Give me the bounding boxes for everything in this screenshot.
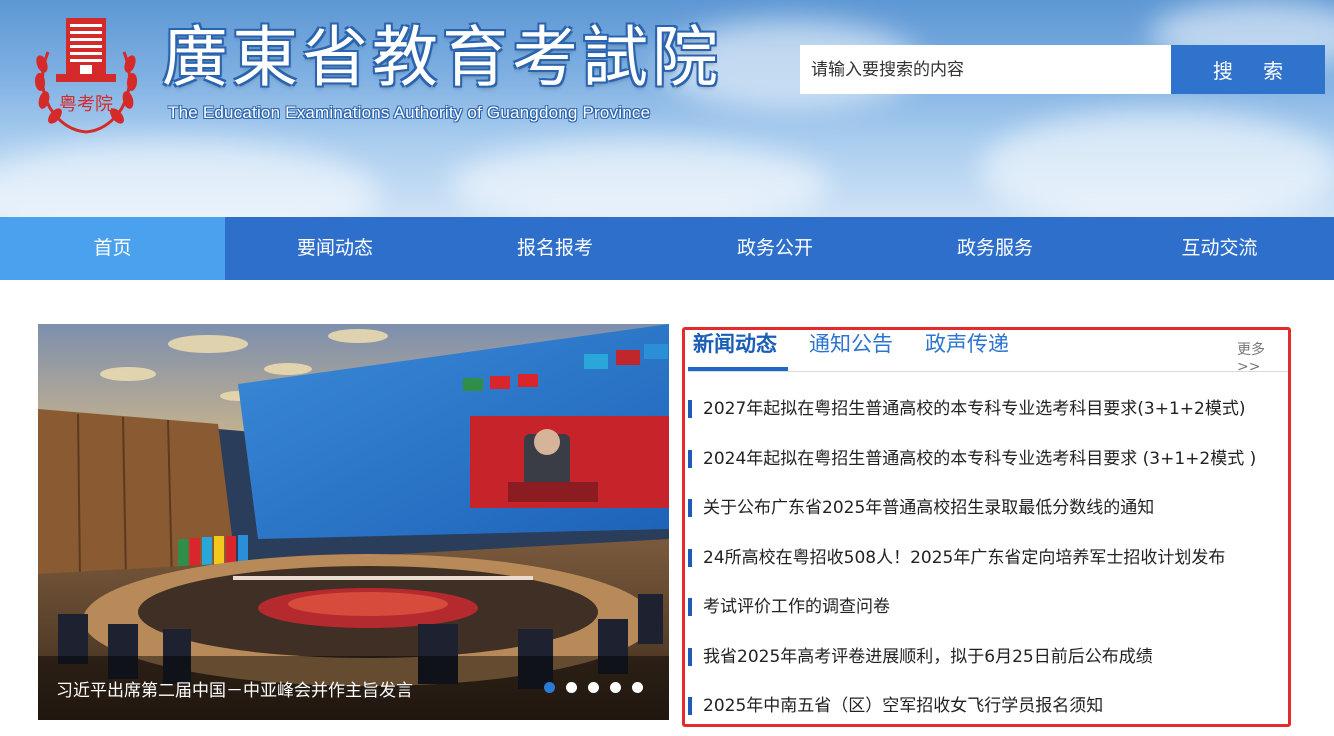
page: 粤考院 廣東省教育考試院 The Education Examinations … [0,0,1334,736]
carousel-dot-1[interactable] [544,682,555,693]
authority-emblem-icon: 粤考院 [34,18,138,134]
news-item[interactable]: 考试评价工作的调查问卷 [688,584,1288,634]
news-item[interactable]: 24所高校在粤招收508人！2025年广东省定向培养军士招收计划发布 [688,535,1288,585]
search-button[interactable]: 搜 索 [1171,45,1325,94]
cloud-decoration [980,110,1334,217]
carousel-dots [544,682,643,693]
news-item[interactable]: 我省2025年高考评卷进展顺利，拟于6月25日前后公布成绩 [688,634,1288,684]
news-carousel[interactable] [38,324,669,720]
news-item[interactable]: 关于公布广东省2025年普通高校招生录取最低分数线的通知 [688,485,1288,535]
nav-item-interaction[interactable]: 互动交流 [1105,217,1334,280]
news-tabs: 新闻动态 通知公告 政声传递 [693,330,1041,372]
cloud-decoration [450,140,830,217]
carousel-dot-5[interactable] [632,682,643,693]
tab-news[interactable]: 新闻动态 [693,330,777,372]
emblem-text: 粤考院 [59,94,113,115]
header-banner: 粤考院 廣東省教育考試院 The Education Examinations … [0,0,1334,217]
nav-item-government-services[interactable]: 政务服务 [885,217,1105,280]
tab-government-voice[interactable]: 政声传递 [925,330,1009,372]
carousel-photo [38,324,669,720]
tabs-divider [688,371,1288,372]
carousel-dot-4[interactable] [610,682,621,693]
nav-item-government-affairs[interactable]: 政务公开 [665,217,885,280]
news-item[interactable]: 2027年起拟在粤招生普通高校的本专科专业选考科目要求(3+1+2模式) [688,386,1288,436]
news-panel: 新闻动态 通知公告 政声传递 更多>> 2027年起拟在粤招生普通高校的本专科专… [682,327,1291,727]
news-item[interactable]: 2024年起拟在粤招生普通高校的本专科专业选考科目要求 (3+1+2模式 ) [688,436,1288,486]
news-item[interactable]: 2025年中南五省（区）空军招收女飞行学员报名须知 [688,683,1288,724]
tab-notices[interactable]: 通知公告 [809,330,893,372]
nav-item-home[interactable]: 首页 [0,217,225,280]
site-subtitle: The Education Examinations Authority of … [168,103,651,122]
news-list: 2027年起拟在粤招生普通高校的本专科专业选考科目要求(3+1+2模式) 202… [688,386,1288,724]
nav-item-news[interactable]: 要闻动态 [225,217,445,280]
cloud-decoration [0,140,380,217]
main-nav: 首页 要闻动态 报名报考 政务公开 政务服务 互动交流 [0,217,1334,280]
search-input[interactable] [800,45,1172,94]
carousel-dot-3[interactable] [588,682,599,693]
more-link[interactable]: 更多>> [1237,339,1288,375]
site-title: 廣東省教育考試院 [162,19,722,96]
nav-item-registration[interactable]: 报名报考 [445,217,665,280]
carousel-caption[interactable]: 习近平出席第二届中国－中亚峰会并作主旨发言 [56,676,413,701]
carousel-dot-2[interactable] [566,682,577,693]
